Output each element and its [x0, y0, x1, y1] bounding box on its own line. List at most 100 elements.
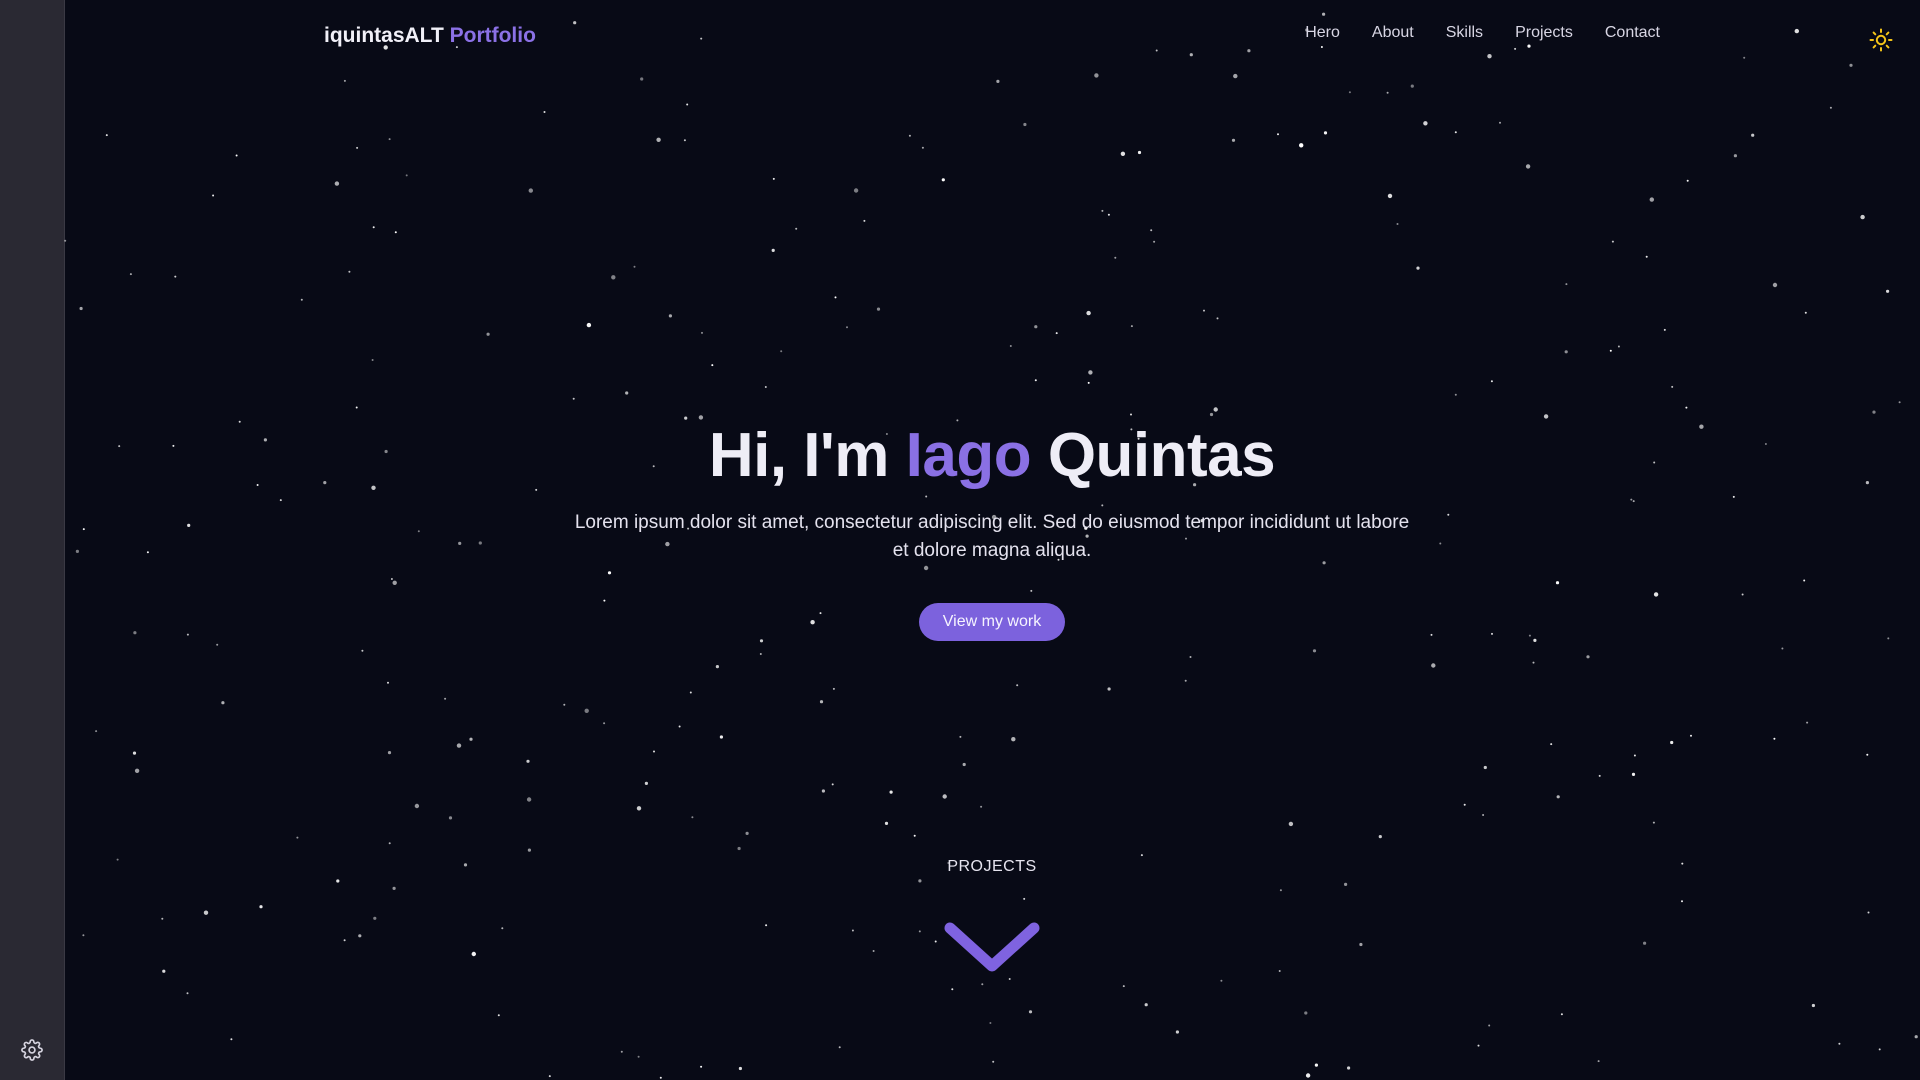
star [1866, 753, 1869, 756]
star [1733, 154, 1737, 158]
nav-link-about[interactable]: About [1372, 24, 1414, 42]
star [1137, 150, 1142, 155]
star [1663, 328, 1666, 331]
star [908, 134, 911, 137]
star [1633, 754, 1636, 757]
star [372, 226, 375, 229]
nav-link-hero[interactable]: Hero [1305, 24, 1340, 42]
star [1886, 289, 1890, 293]
star [1220, 979, 1223, 982]
star [1107, 687, 1111, 691]
star [1598, 774, 1601, 777]
star [1878, 1048, 1881, 1051]
hero-section: Hi, I'm Iago Quintas Lorem ipsum dolor s… [64, 420, 1920, 641]
star [1203, 309, 1205, 312]
star [388, 842, 391, 845]
star [637, 1055, 640, 1058]
star [819, 700, 824, 704]
sun-icon [1869, 28, 1893, 52]
star [584, 708, 589, 713]
star [64, 239, 67, 242]
star [1304, 1011, 1308, 1015]
star [1216, 317, 1219, 320]
star [1586, 655, 1590, 659]
star [1416, 266, 1420, 270]
star [1114, 256, 1117, 259]
star [701, 331, 703, 334]
hero-first-name: Iago [905, 421, 1032, 490]
hero-greeting: Hi, I'm [708, 421, 890, 490]
star [1094, 73, 1099, 78]
settings-button[interactable] [18, 1036, 46, 1064]
star [1120, 151, 1126, 156]
nav-link-projects[interactable]: Projects [1515, 24, 1573, 42]
star [1525, 164, 1531, 169]
star [371, 359, 374, 361]
star [1645, 255, 1648, 258]
star [1008, 978, 1011, 980]
hero-last-name: Quintas [1047, 421, 1276, 490]
star [846, 326, 848, 329]
star [1347, 1066, 1351, 1070]
star [1034, 325, 1038, 329]
star [1811, 1003, 1815, 1008]
star [1597, 1060, 1600, 1063]
star [1670, 740, 1674, 745]
brand-logo[interactable]: iquintasALT Portfolio [324, 24, 536, 48]
star [853, 188, 859, 193]
star [1184, 679, 1187, 682]
star [444, 697, 447, 700]
star [1088, 370, 1093, 375]
star [831, 783, 834, 786]
star [889, 790, 893, 794]
star [235, 154, 238, 157]
star [1685, 406, 1688, 409]
star [387, 751, 392, 755]
star [1011, 737, 1016, 742]
star [625, 391, 629, 395]
theme-toggle-button[interactable] [1868, 27, 1894, 53]
star [1565, 283, 1568, 286]
star [1107, 213, 1110, 216]
star [686, 103, 689, 106]
star [1378, 835, 1382, 839]
star [348, 270, 351, 273]
star [1431, 663, 1436, 668]
star [1348, 91, 1351, 94]
star [356, 146, 359, 149]
portfolio-page: iquintasALT Portfolio Hero About Skills … [0, 0, 1920, 1080]
star [1914, 1035, 1918, 1039]
star [668, 314, 673, 318]
star [1686, 179, 1689, 182]
star [1781, 647, 1784, 650]
star [394, 231, 397, 234]
hero-subtitle: Lorem ipsum dolor sit amet, consectetur … [574, 512, 1410, 561]
star [1550, 743, 1553, 746]
star [771, 248, 775, 252]
star [884, 821, 889, 826]
star [700, 1065, 703, 1068]
star [1410, 84, 1414, 88]
star [1860, 214, 1865, 220]
star [186, 992, 189, 995]
star [1122, 985, 1125, 988]
star [1423, 121, 1428, 126]
star [1532, 661, 1535, 664]
nav-link-contact[interactable]: Contact [1605, 24, 1660, 42]
view-work-button[interactable]: View my work [918, 603, 1066, 641]
nav-link-skills[interactable]: Skills [1446, 24, 1483, 42]
star [653, 750, 655, 753]
star [863, 219, 866, 222]
star [795, 227, 798, 230]
star [497, 1014, 500, 1017]
star [134, 768, 140, 773]
star [105, 134, 108, 137]
star [1609, 349, 1612, 352]
star [620, 1050, 623, 1053]
star [1213, 407, 1218, 412]
star [1631, 772, 1636, 777]
star [334, 181, 340, 186]
star [821, 789, 826, 793]
star [683, 139, 686, 142]
chevron-down-icon[interactable] [942, 918, 1042, 978]
